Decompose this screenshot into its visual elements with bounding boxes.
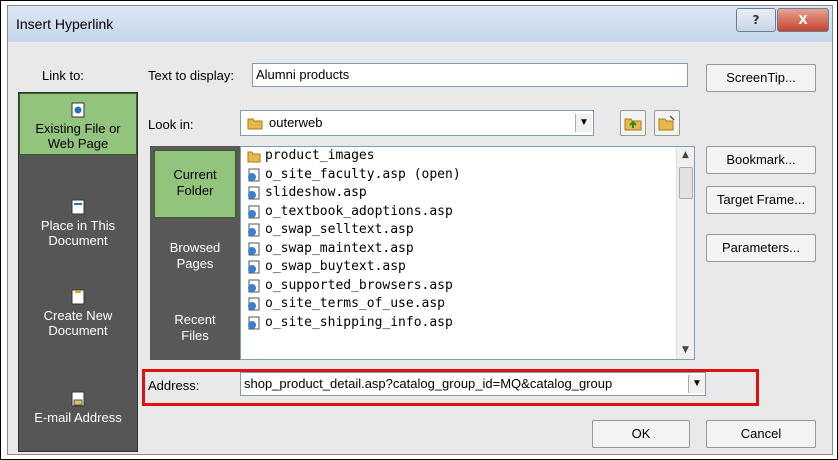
asp-file-icon	[248, 279, 260, 293]
look-in-label: Look in:	[148, 117, 194, 132]
link-to-bar: Existing File or Web Page Place in This …	[18, 92, 138, 452]
file-name: o_swap_maintext.asp	[265, 240, 414, 256]
asp-file-icon	[248, 297, 260, 311]
up-folder-icon	[624, 118, 642, 131]
file-list-item[interactable]: slideshow.asp	[241, 184, 694, 203]
screentip-button[interactable]: ScreenTip...	[706, 64, 816, 92]
link-place-line1: Place in This	[40, 218, 116, 233]
parameters-button[interactable]: Parameters...	[706, 234, 816, 262]
current-folder-line2: Folder	[176, 183, 214, 198]
asp-file-icon	[248, 205, 260, 219]
file-list-item[interactable]: o_swap_buytext.asp	[241, 258, 694, 277]
browsed-pages-line1: Browsed	[169, 240, 221, 255]
browsed-pages-line2: Pages	[176, 256, 214, 271]
screenshot-frame: Insert Hyperlink ? X Link to: Text to di…	[0, 0, 838, 460]
link-email-line1: E-mail Address	[34, 410, 122, 425]
target-frame-button[interactable]: Target Frame...	[706, 186, 816, 214]
file-list[interactable]: product_images o_site_faculty.asp (open) s…	[240, 146, 695, 360]
current-folder-line1: Current	[173, 167, 217, 182]
look-in-combo[interactable]: outerweb ▼	[240, 110, 594, 136]
scroll-up-arrow[interactable]: ▲	[677, 147, 694, 164]
link-existing-file[interactable]: Existing File or Web Page	[19, 93, 137, 155]
recent-files-line1: Recent	[174, 312, 216, 327]
help-button[interactable]: ?	[736, 8, 776, 32]
file-name: slideshow.asp	[265, 185, 367, 200]
recent-files-line2: Files	[181, 328, 209, 343]
folder-icon	[247, 118, 263, 130]
asp-file-icon	[248, 242, 260, 256]
link-create-line1: Create New	[43, 308, 113, 323]
browse-web-button[interactable]	[654, 110, 680, 136]
ok-button[interactable]: OK	[592, 420, 690, 448]
asp-file-icon	[248, 260, 260, 274]
link-existing-file-line1: Existing File or	[35, 121, 121, 136]
link-place-in-document[interactable]: Place in This Document	[19, 199, 137, 269]
close-button[interactable]: X	[777, 8, 829, 32]
file-name: product_images	[265, 148, 375, 163]
file-name: o_site_faculty.asp (open)	[265, 166, 461, 182]
file-list-item[interactable]: o_textbook_adoptions.asp	[241, 203, 694, 222]
file-name: o_supported_browsers.asp	[265, 277, 453, 293]
link-place-line2: Document	[48, 233, 108, 248]
address-highlight-box	[142, 369, 759, 406]
file-name: o_swap_selltext.asp	[265, 222, 414, 237]
folder-icon	[247, 151, 261, 163]
link-to-label: Link to:	[42, 68, 84, 83]
scroll-thumb[interactable]	[679, 167, 693, 199]
link-create-new-document[interactable]: Create New Document	[19, 289, 137, 359]
file-name: o_swap_buytext.asp	[265, 259, 406, 274]
look-in-value: outerweb	[269, 115, 323, 130]
asp-file-icon	[248, 223, 260, 237]
file-list-item[interactable]: o_swap_selltext.asp	[241, 221, 694, 240]
text-to-display-label: Text to display:	[148, 68, 234, 83]
file-list-item[interactable]: product_images	[241, 147, 694, 166]
folder-type-bar: Current Folder Browsed Pages Recent File…	[150, 146, 240, 360]
file-list-item[interactable]: o_site_terms_of_use.asp	[241, 295, 694, 314]
look-in-dropdown-arrow[interactable]: ▼	[575, 114, 592, 132]
file-list-item[interactable]: o_site_shipping_info.asp	[241, 314, 694, 333]
file-name: o_site_shipping_info.asp	[265, 314, 453, 330]
recent-files-tab[interactable]: Recent Files	[154, 312, 236, 352]
file-name: o_site_terms_of_use.asp	[265, 296, 446, 311]
asp-file-icon	[248, 186, 260, 200]
up-one-folder-button[interactable]	[620, 110, 646, 136]
file-rows: product_images o_site_faculty.asp (open) s…	[241, 147, 694, 332]
file-name: o_textbook_adoptions.asp	[265, 203, 453, 219]
current-folder-tab[interactable]: Current Folder	[154, 150, 236, 218]
link-email-address[interactable]: E-mail Address	[19, 391, 137, 431]
dialog-title: Insert Hyperlink	[16, 16, 114, 32]
scroll-down-arrow[interactable]: ▼	[677, 342, 694, 359]
open-folder-icon	[658, 115, 675, 131]
title-bar: Insert Hyperlink ? X	[8, 6, 832, 42]
link-existing-file-line2: Web Page	[47, 136, 109, 151]
insert-hyperlink-dialog: Insert Hyperlink ? X Link to: Text to di…	[7, 5, 833, 455]
cancel-button[interactable]: Cancel	[706, 420, 816, 448]
browsed-pages-tab[interactable]: Browsed Pages	[154, 240, 236, 280]
web-page-icon	[71, 102, 85, 118]
link-create-line2: Document	[48, 323, 108, 338]
new-document-icon	[71, 289, 85, 305]
email-icon	[71, 391, 85, 407]
bookmark-button[interactable]: Bookmark...	[706, 146, 816, 174]
file-list-item[interactable]: o_swap_maintext.asp	[241, 240, 694, 259]
text-to-display-input[interactable]: Alumni products	[252, 63, 688, 87]
asp-file-icon	[248, 168, 260, 182]
document-icon	[71, 199, 85, 215]
file-list-item[interactable]: o_supported_browsers.asp	[241, 277, 694, 296]
file-list-scrollbar[interactable]: ▲ ▼	[676, 147, 694, 359]
file-list-item[interactable]: o_site_faculty.asp (open)	[241, 166, 694, 185]
asp-file-icon	[248, 316, 260, 330]
